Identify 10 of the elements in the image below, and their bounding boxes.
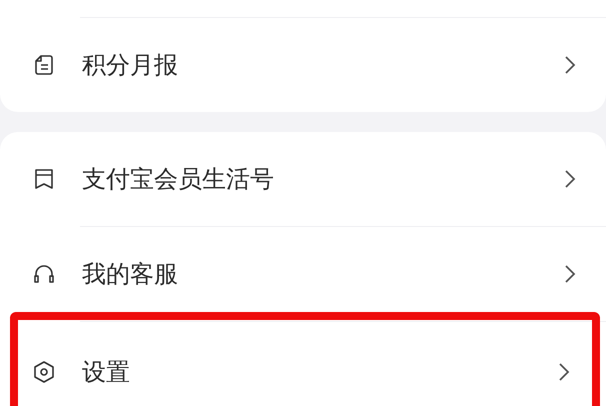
menu-item[interactable]: 积分月报 bbox=[0, 18, 606, 112]
chevron-right-icon bbox=[564, 169, 576, 189]
chevron-right-icon bbox=[564, 264, 576, 284]
headset-icon bbox=[32, 262, 56, 286]
menu-item[interactable]: 支付宝会员生活号 bbox=[0, 132, 606, 226]
book-icon bbox=[32, 167, 56, 191]
document-icon bbox=[32, 53, 56, 77]
chevron-right-icon bbox=[558, 362, 570, 382]
settings-icon bbox=[32, 360, 56, 384]
chevron-right-icon bbox=[564, 55, 576, 75]
